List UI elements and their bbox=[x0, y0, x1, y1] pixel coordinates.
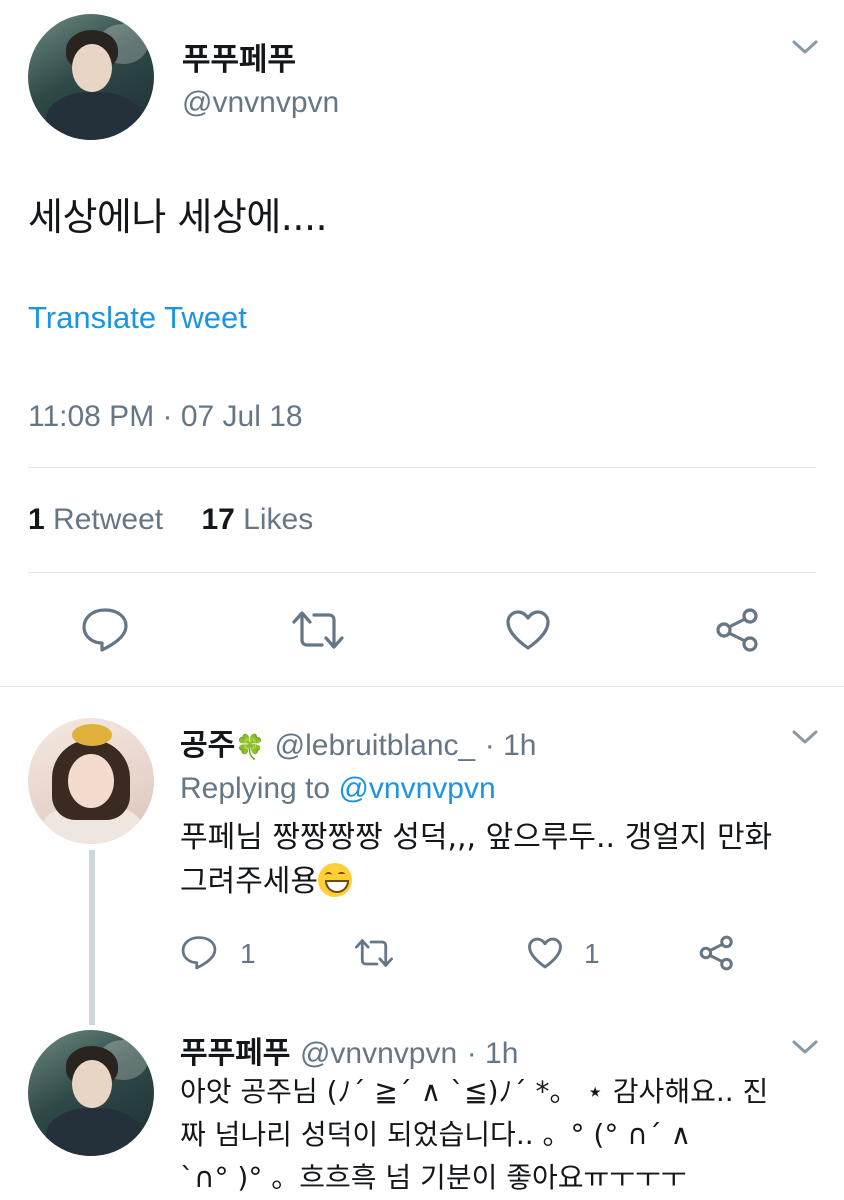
reply-text: 아앗 공주님 (ﾉ´ ≧´ ∧ `≦)ﾉ´ *。 ⋆ 감사해요.. 진 짜 넘나… bbox=[180, 1070, 768, 1199]
reply-text-line: 아앗 공주님 (ﾉ´ ≧´ ∧ `≦)ﾉ´ *。 ⋆ 감사해요.. 진 bbox=[180, 1075, 769, 1108]
replying-to-label: Replying to bbox=[180, 772, 331, 805]
reply-text-line-2: 그려주세용 bbox=[180, 860, 772, 904]
share-icon[interactable] bbox=[714, 606, 762, 654]
tweet-text: 세상에나 세상에.... bbox=[28, 195, 328, 239]
tweet-detail-page: 푸푸페푸 @vnvnvpvn 세상에나 세상에.... Translate Tw… bbox=[0, 0, 844, 1200]
like-count[interactable]: 17 bbox=[201, 503, 234, 536]
replying-to-mention[interactable]: @vnvnvpvn bbox=[338, 772, 495, 805]
avatar[interactable] bbox=[28, 14, 154, 140]
reply-text-line: `∩° )° 。흐흐흑 넘 기분이 좋아요ㅠㅜㅜㅜ bbox=[180, 1161, 687, 1194]
avatar-body bbox=[46, 92, 142, 140]
reply-time: · 1h bbox=[466, 1037, 519, 1070]
reply-count: 1 bbox=[240, 938, 256, 969]
reply-display-name[interactable]: 푸푸페푸 bbox=[180, 1036, 290, 1071]
retweet-icon[interactable] bbox=[352, 936, 396, 970]
reply-time: · 1h bbox=[484, 729, 537, 762]
reply-display-name[interactable]: 공주 bbox=[180, 728, 235, 763]
retweet-icon[interactable] bbox=[288, 608, 348, 652]
thread-connector-line bbox=[89, 850, 95, 1025]
reply-handle[interactable]: @lebruitblanc_ bbox=[275, 729, 476, 762]
retweet-label[interactable]: Retweet bbox=[53, 503, 163, 536]
avatar-face bbox=[72, 1060, 112, 1108]
like-icon[interactable] bbox=[504, 608, 552, 652]
divider bbox=[28, 572, 816, 573]
reply-text-line: 그려주세용 bbox=[180, 864, 318, 899]
retweet-count[interactable]: 1 bbox=[28, 503, 45, 536]
avatar-crown bbox=[72, 724, 112, 746]
reply-text-line: 푸페님 짱짱짱짱 성덕,,, 앞으루두.. 갱얼지 만화 bbox=[180, 820, 773, 855]
divider bbox=[28, 467, 816, 468]
like-label[interactable]: Likes bbox=[243, 503, 313, 536]
chevron-down-icon[interactable] bbox=[790, 36, 820, 62]
chevron-down-icon[interactable] bbox=[790, 1036, 820, 1062]
reply-icon[interactable] bbox=[180, 934, 218, 970]
chevron-down-icon[interactable] bbox=[790, 726, 820, 752]
like-count: 1 bbox=[584, 938, 600, 969]
display-name[interactable]: 푸푸페푸 bbox=[182, 34, 296, 79]
reply-handle[interactable]: @vnvnvpvn bbox=[300, 1037, 457, 1070]
share-icon[interactable] bbox=[698, 934, 736, 972]
reply-icon[interactable] bbox=[80, 606, 130, 652]
clover-emoji-icon: 🍀 bbox=[235, 733, 266, 761]
tweet-stats: 1 Retweet 17 Likes bbox=[28, 503, 313, 537]
replying-to: Replying to @vnvnvpvn bbox=[180, 772, 496, 806]
grinning-face-emoji-icon bbox=[318, 863, 352, 897]
avatar[interactable] bbox=[28, 718, 154, 844]
tweet-timestamp: 11:08 PM · 07 Jul 18 bbox=[28, 400, 303, 433]
avatar[interactable] bbox=[28, 1030, 154, 1156]
reply-header: 푸푸페푸 @vnvnvpvn · 1h bbox=[180, 1028, 518, 1072]
reply-header: 공주🍀 @lebruitblanc_ · 1h bbox=[180, 720, 536, 764]
translate-tweet-link[interactable]: Translate Tweet bbox=[28, 300, 247, 336]
avatar-face bbox=[68, 754, 114, 808]
avatar-face bbox=[72, 44, 112, 92]
like-icon[interactable] bbox=[526, 936, 564, 970]
section-divider bbox=[0, 686, 844, 687]
avatar-body bbox=[46, 1108, 142, 1156]
user-handle[interactable]: @vnvnvpvn bbox=[182, 86, 339, 120]
reply-text-line: 짜 넘나리 성덕이 되었습니다.. 。° (° ∩´ ∧ bbox=[180, 1118, 692, 1151]
reply-text: 푸페님 짱짱짱짱 성덕,,, 앞으루두.. 갱얼지 만화 그려주세용 bbox=[180, 816, 772, 904]
